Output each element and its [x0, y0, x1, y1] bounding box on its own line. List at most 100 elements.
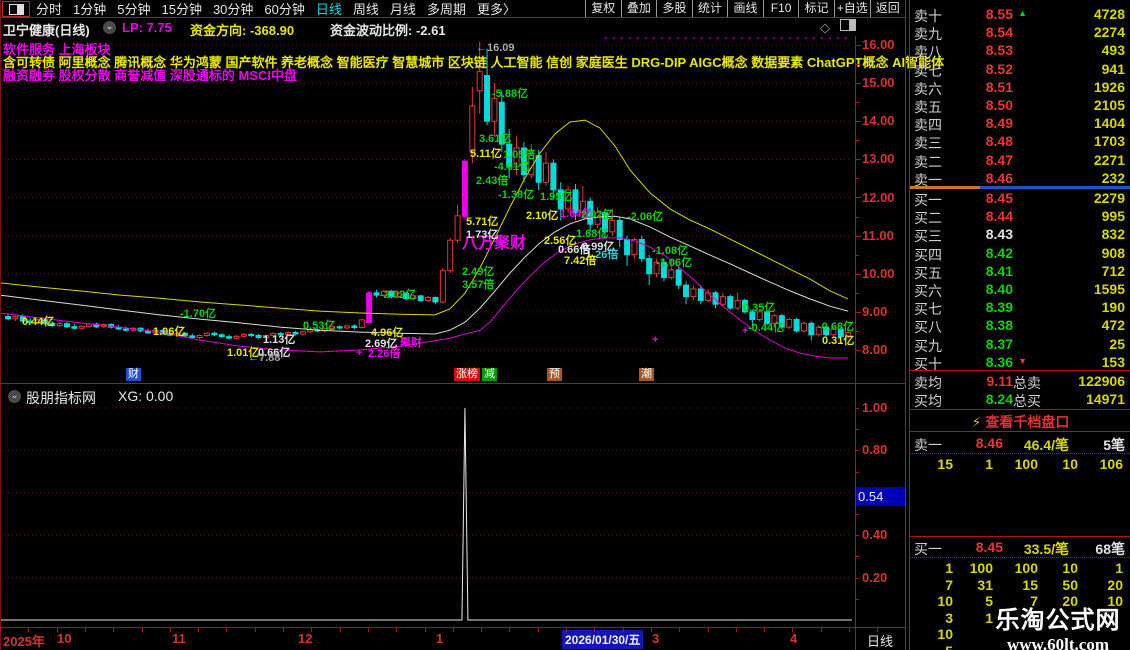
period-tab-5分钟[interactable]: 5分钟	[117, 0, 150, 18]
event-tag-涨榜[interactable]: 涨榜	[454, 368, 480, 381]
buy-row-4[interactable]: 买三 8.43 832	[910, 226, 1130, 244]
period-tab-60分钟[interactable]: 60分钟	[264, 0, 304, 18]
price-label-11.00: 11.00	[862, 227, 894, 243]
price-label-8.00: 8.00	[862, 342, 888, 357]
period-tab-1分钟[interactable]: 1分钟	[73, 0, 106, 18]
year-label: 2025年	[3, 634, 45, 649]
period-tab-周线[interactable]: 周线	[353, 0, 379, 18]
period-tab-日线[interactable]: 日线	[316, 0, 342, 18]
period-tab-30分钟[interactable]: 30分钟	[213, 0, 253, 18]
sell-row-5[interactable]: 卖四 8.49 1404	[910, 115, 1130, 133]
buy-row-7[interactable]: 买六 8.40 1595	[910, 281, 1130, 299]
sell-row-6[interactable]: 卖五 8.50 2105	[910, 97, 1130, 115]
indicator-name[interactable]: 股朋指标网	[26, 388, 96, 408]
chevron-down-icon[interactable]: ⌄	[103, 21, 116, 34]
level-price: 8.36	[985, 353, 1013, 370]
level-price: 8.48	[985, 133, 1013, 150]
window-layout-icon[interactable]	[2, 1, 30, 17]
toolbar-button-标记[interactable]: 标记	[798, 0, 834, 17]
level-label: 卖三	[914, 135, 942, 152]
toolbar-button-复权[interactable]: 复权	[585, 0, 621, 17]
queue-volume: 100	[969, 560, 993, 576]
level-label: 卖九	[914, 26, 942, 43]
sell-row-4[interactable]: 卖三 8.48 1703	[910, 133, 1130, 151]
sell-row-10[interactable]: 卖九 8.54 2274	[910, 24, 1130, 42]
sell-row-3[interactable]: 卖二 8.47 2271	[910, 152, 1130, 170]
level-volume: 1926	[1093, 78, 1125, 95]
event-tag-财[interactable]: 财	[126, 368, 141, 381]
level-price: 8.45	[985, 190, 1013, 206]
queue-volume: 15	[937, 456, 953, 472]
sell-row-11[interactable]: 卖十 8.55 ▲ 4728	[910, 6, 1130, 24]
chevron-down-icon[interactable]: ⌄	[8, 390, 21, 403]
diamond-icon[interactable]: ◇	[820, 20, 830, 36]
level-volume: 1404	[1093, 115, 1125, 132]
event-tag-减[interactable]: 减	[482, 368, 497, 381]
toolbar-button-画线[interactable]: 画线	[727, 0, 763, 17]
level-label: 卖二	[914, 153, 942, 170]
time-axis: 2025年 2026/01/30/五 日线 10 11 12 1 3 4	[0, 627, 905, 650]
indicator-label-0.40: 0.40	[862, 527, 888, 543]
toolbar-button-统计[interactable]: 统计	[691, 0, 728, 17]
level-price: 8.47	[985, 151, 1013, 168]
period-label[interactable]: 日线	[856, 631, 904, 650]
event-tag-预[interactable]: 预	[547, 368, 562, 381]
toolbar-button-+自选[interactable]: +自选	[833, 0, 870, 17]
down-arrow-icon: ▼	[1018, 355, 1027, 366]
candlestick-chart[interactable]	[0, 36, 855, 383]
thousand-depth-link[interactable]: ⚡ 查看千档盘口	[910, 412, 1130, 432]
level-price: 8.52	[985, 60, 1013, 77]
buy-row-10[interactable]: 买九 8.37 25	[910, 336, 1130, 354]
buy-row-2[interactable]: 买一 8.45 2279	[910, 190, 1130, 208]
period-tab-15分钟[interactable]: 15分钟	[161, 0, 201, 18]
queue-volume: 10	[937, 593, 953, 609]
period-tab-更多〉[interactable]: 更多〉	[477, 0, 516, 18]
toolbar-button-F10[interactable]: F10	[762, 0, 799, 17]
app-window: 分时 1分钟 5分钟 15分钟 30分钟 60分钟 日线 周线 月线 多周期 更多〉 复权 叠加 多股统…	[0, 0, 1130, 650]
level-label: 卖六	[914, 80, 942, 97]
level-volume: 2105	[1093, 97, 1125, 113]
level-volume: 2279	[1093, 190, 1125, 206]
indicator-chart[interactable]	[0, 385, 855, 625]
split-pane-icon	[8, 3, 24, 15]
info-bar: 卫宁健康(日线) ⌄ LP: 7.75 资金方向: -368.90 资金波动比例…	[0, 18, 905, 38]
buy-row-3[interactable]: 买二 8.44 995	[910, 208, 1130, 226]
buy-row-5[interactable]: 买四 8.42 908	[910, 245, 1130, 263]
month-label-11: 11	[172, 631, 186, 646]
queue-volume: 1	[985, 456, 993, 472]
toolbar-button-叠加[interactable]: 叠加	[620, 0, 657, 17]
level-volume: 493	[1101, 42, 1125, 59]
buy-row-8[interactable]: 买七 8.39 190	[910, 299, 1130, 317]
month-label-1: 1	[436, 631, 444, 646]
price-label-13.00: 13.00	[862, 151, 895, 167]
price-axis-line	[855, 36, 856, 650]
level-volume: 1703	[1093, 133, 1125, 150]
indicator-label-0.20: 0.20	[862, 569, 888, 585]
month-label-10: 10	[57, 631, 72, 646]
event-tag-潮[interactable]: 潮	[639, 368, 654, 381]
toolbar-button-返回[interactable]: 返回	[869, 0, 906, 17]
level-price: 8.54	[985, 24, 1013, 41]
queue-volume: 1	[1115, 560, 1123, 576]
indicator-value: XG: 0.00	[118, 388, 174, 404]
level-price: 8.51	[985, 78, 1013, 95]
sell-row-7[interactable]: 卖六 8.51 1926	[910, 79, 1130, 97]
cursor-value-box: 0.54	[856, 487, 905, 506]
queue-volume: 31	[977, 576, 993, 593]
level-label: 卖五	[914, 99, 942, 115]
buy-row-6[interactable]: 买五 8.41 712	[910, 263, 1130, 281]
level-price: 8.55	[985, 6, 1013, 22]
sell-row-8[interactable]: 卖七 8.52 941	[910, 61, 1130, 79]
period-tab-分时[interactable]: 分时	[36, 0, 62, 18]
ask-ratio-bar	[980, 186, 1130, 189]
level-volume: 941	[1101, 60, 1125, 77]
pane-toggle-icon[interactable]	[840, 19, 856, 31]
sell-row-9[interactable]: 卖八 8.53 493	[910, 42, 1130, 60]
period-tab-多周期[interactable]: 多周期	[427, 0, 466, 18]
toolbar-button-多股[interactable]: 多股	[656, 0, 692, 17]
buy-row-9[interactable]: 买八 8.38 472	[910, 317, 1130, 335]
level-price: 8.46	[985, 169, 1013, 186]
level-price: 8.37	[985, 335, 1013, 352]
period-tab-月线[interactable]: 月线	[390, 0, 416, 18]
level-label: 买一	[914, 192, 942, 208]
